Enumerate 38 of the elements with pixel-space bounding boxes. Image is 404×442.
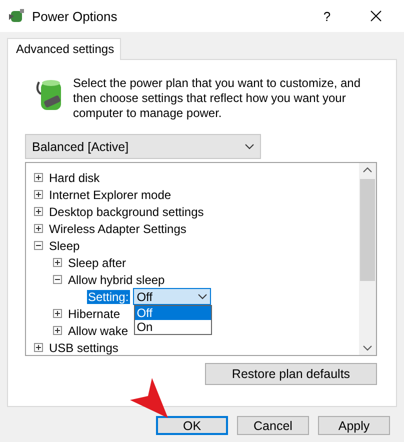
- chevron-down-icon: [198, 294, 207, 300]
- battery-plug-icon: [8, 8, 26, 24]
- expand-icon[interactable]: [34, 207, 43, 216]
- expand-icon[interactable]: [34, 224, 43, 233]
- expand-icon[interactable]: [34, 343, 43, 352]
- close-icon: [370, 10, 382, 22]
- restore-defaults-button[interactable]: Restore plan defaults: [205, 363, 377, 385]
- collapse-icon[interactable]: [34, 241, 43, 250]
- dialog-button[interactable]: Apply: [318, 416, 390, 435]
- dropdown-option[interactable]: Off: [134, 306, 211, 320]
- tree-item[interactable]: Wireless Adapter Settings: [49, 222, 186, 236]
- chevron-down-icon: [245, 144, 254, 150]
- tree-item[interactable]: Sleep: [49, 238, 80, 252]
- plan-select[interactable]: Balanced [Active]: [25, 134, 261, 159]
- tree-item[interactable]: Desktop background settings: [49, 204, 204, 218]
- scrollbar[interactable]: [359, 163, 376, 355]
- tree-item[interactable]: Internet Explorer mode: [49, 188, 172, 202]
- tree-item[interactable]: USB settings: [49, 340, 118, 354]
- window-title: Power Options: [32, 8, 118, 24]
- dialog-button[interactable]: Cancel: [237, 416, 309, 435]
- dialog-button[interactable]: OK: [156, 416, 228, 435]
- expand-icon[interactable]: [53, 326, 62, 335]
- tree-item[interactable]: Hard disk: [49, 170, 100, 184]
- expand-icon[interactable]: [34, 190, 43, 199]
- tree-item[interactable]: Allow wake: [68, 324, 128, 338]
- tree-item[interactable]: Allow hybrid sleep: [68, 272, 165, 286]
- tab[interactable]: Advanced settings: [7, 38, 122, 60]
- expand-icon[interactable]: [34, 173, 43, 182]
- tree-item[interactable]: Sleep after: [68, 256, 126, 270]
- tree-item[interactable]: Hibernate: [68, 306, 120, 320]
- collapse-icon[interactable]: [53, 275, 62, 284]
- pointer-arrow: [128, 378, 170, 420]
- help-button[interactable]: ?: [304, 8, 350, 24]
- setting-select[interactable]: Off: [132, 288, 211, 305]
- expand-icon[interactable]: [53, 258, 62, 267]
- setting-label: Setting:: [87, 290, 130, 304]
- description-text: Select the power plan that you want to customize, and then choose settings that reflect how you want your computer to manage power.: [73, 76, 362, 121]
- expand-icon[interactable]: [53, 309, 62, 318]
